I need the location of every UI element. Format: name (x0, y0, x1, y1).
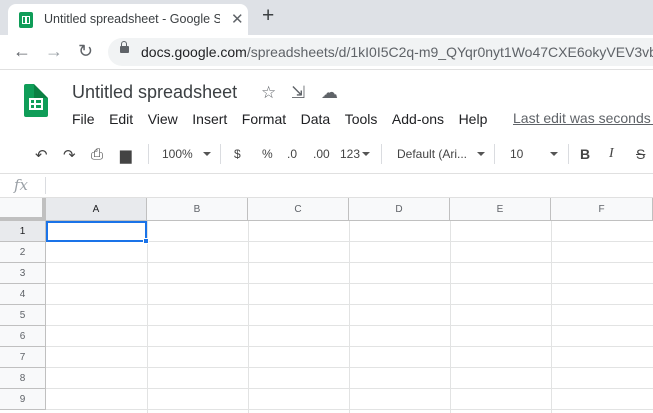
sheets-favicon-icon (19, 12, 33, 28)
font-select[interactable]: Default (Ari... (397, 147, 467, 161)
toolbar: ↶ ↷ ⎙ ▆ 100% $ % .0 .00 123 Default (Ari… (0, 136, 653, 174)
paint-format-icon[interactable]: ▆ (120, 146, 132, 164)
fill-handle[interactable] (143, 238, 149, 244)
row-header-3[interactable]: 3 (0, 263, 46, 284)
url-input[interactable]: docs.google.com/spreadsheets/d/1kI0I5C2q… (108, 38, 653, 66)
menu-addons[interactable]: Add-ons (392, 111, 444, 127)
last-edit-link[interactable]: Last edit was seconds ago (513, 110, 653, 126)
back-icon[interactable]: ← (13, 41, 31, 62)
row-header-9[interactable]: 9 (0, 389, 46, 410)
close-icon[interactable]: ✕ (231, 10, 244, 28)
more-formats-button[interactable]: 123 (340, 147, 360, 161)
font-size-select[interactable]: 10 (510, 147, 523, 161)
browser-tab-bar: Untitled spreadsheet - Google Sheets ✕ + (0, 0, 653, 35)
select-all-corner[interactable] (0, 198, 46, 221)
column-header-d[interactable]: D (349, 198, 450, 221)
sheets-logo-icon[interactable] (24, 84, 48, 117)
column-header-c[interactable]: C (248, 198, 349, 221)
italic-button[interactable]: I (609, 146, 614, 162)
undo-icon[interactable]: ↶ (35, 146, 48, 164)
formula-bar: fx (0, 174, 653, 198)
sheet-grid: A B C D E F 1 2 3 4 5 6 7 8 9 (0, 198, 653, 413)
print-icon[interactable]: ⎙ (91, 146, 103, 163)
active-cell-a1[interactable] (46, 221, 147, 242)
zoom-select[interactable]: 100% (162, 147, 193, 161)
star-icon[interactable]: ☆ (261, 83, 276, 103)
currency-button[interactable]: $ (234, 147, 241, 161)
row-header-4[interactable]: 4 (0, 284, 46, 305)
move-folder-icon[interactable]: ⇲ (291, 83, 305, 103)
menu-tools[interactable]: Tools (345, 111, 378, 127)
menu-file[interactable]: File (72, 111, 95, 127)
menu-data[interactable]: Data (301, 111, 331, 127)
cloud-status-icon[interactable]: ☁ (321, 83, 338, 103)
menu-edit[interactable]: Edit (109, 111, 133, 127)
reload-icon[interactable]: ↻ (78, 41, 93, 62)
tab-title: Untitled spreadsheet - Google Sheets (44, 12, 220, 26)
menu-insert[interactable]: Insert (192, 111, 227, 127)
url-text: docs.google.com/spreadsheets/d/1kI0I5C2q… (141, 44, 653, 60)
row-header-8[interactable]: 8 (0, 368, 46, 389)
row-header-2[interactable]: 2 (0, 242, 46, 263)
row-header-5[interactable]: 5 (0, 305, 46, 326)
menu-view[interactable]: View (148, 111, 178, 127)
browser-tab[interactable]: Untitled spreadsheet - Google Sheets ✕ (8, 4, 248, 35)
decrease-decimal-button[interactable]: .0 (287, 147, 297, 161)
row-header-6[interactable]: 6 (0, 326, 46, 347)
forward-icon[interactable]: → (45, 41, 63, 62)
increase-decimal-button[interactable]: .00 (313, 147, 330, 161)
column-header-b[interactable]: B (147, 198, 248, 221)
percent-button[interactable]: % (262, 147, 273, 161)
row-header-7[interactable]: 7 (0, 347, 46, 368)
new-tab-icon[interactable]: + (262, 4, 274, 28)
formula-input[interactable] (52, 178, 642, 194)
menu-bar: File Edit View Insert Format Data Tools Add-ons… (72, 111, 502, 127)
column-header-a[interactable]: A (46, 198, 147, 221)
address-bar-row: ← → ↻ docs.google.com/spreadsheets/d/1kI… (0, 35, 653, 70)
column-header-f[interactable]: F (551, 198, 653, 221)
redo-icon[interactable]: ↷ (63, 146, 76, 164)
bold-button[interactable]: B (580, 146, 590, 162)
column-header-e[interactable]: E (450, 198, 551, 221)
doc-header: Untitled spreadsheet ☆ ⇲ ☁ File Edit View I… (0, 70, 653, 136)
lock-icon (120, 41, 129, 53)
chevron-down-icon (550, 152, 558, 156)
chevron-down-icon (203, 152, 211, 156)
row-header-1[interactable]: 1 (0, 221, 46, 242)
chevron-down-icon (477, 152, 485, 156)
chevron-down-icon (362, 152, 370, 156)
menu-format[interactable]: Format (242, 111, 286, 127)
strikethrough-button[interactable]: S (636, 146, 645, 162)
fx-icon: fx (14, 176, 29, 194)
doc-title[interactable]: Untitled spreadsheet (72, 82, 237, 103)
menu-help[interactable]: Help (459, 111, 488, 127)
